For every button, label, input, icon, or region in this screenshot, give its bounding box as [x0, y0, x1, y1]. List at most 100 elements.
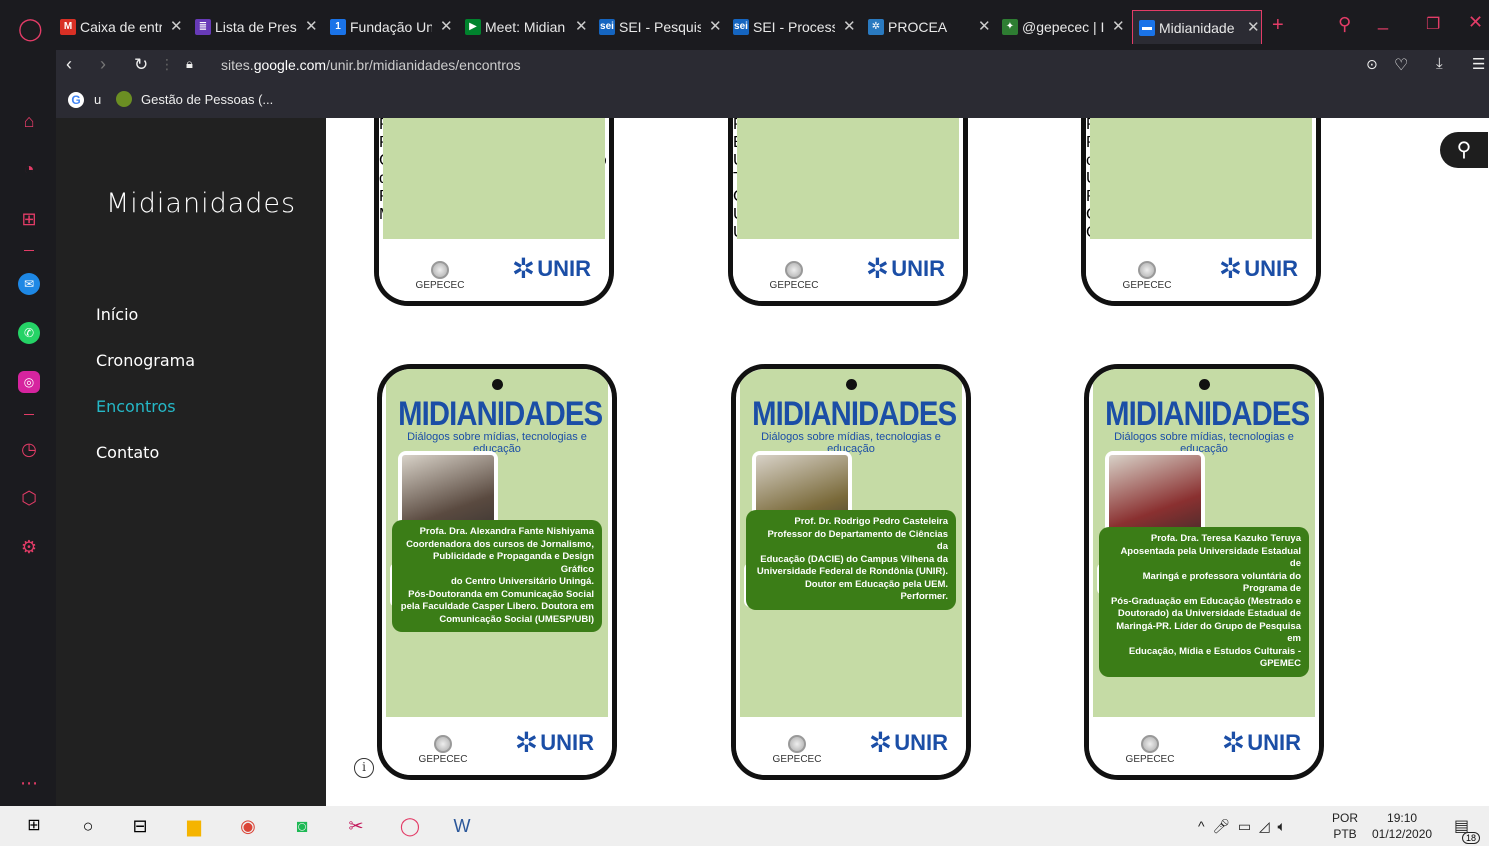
bookmark-u[interactable]: u	[94, 92, 101, 107]
speed-dial-icon[interactable]: ◔	[18, 158, 40, 180]
opera-logo-icon[interactable]: ◯	[18, 18, 43, 40]
whatsapp-icon[interactable]: ✆	[18, 322, 40, 344]
minimize-button[interactable]: _	[1378, 10, 1388, 31]
web-page: Midianidades Início Cronograma Encontros…	[56, 118, 1489, 806]
messenger-icon[interactable]: ✉	[18, 273, 40, 295]
url-field[interactable]: sites.google.com/unir.br/midianidades/en…	[221, 57, 521, 73]
separator-icon: ⋮	[160, 56, 174, 72]
tab-close-icon[interactable]: ✕	[575, 12, 589, 42]
tab-favicon-icon: ▬	[1139, 19, 1155, 36]
tab-close-icon[interactable]: ✕	[1112, 12, 1126, 42]
search-circle-icon[interactable]: ○	[76, 814, 100, 838]
event-card-partial[interactable]: Prof. Dr. Allysson Viana Martins Profess…	[1081, 118, 1321, 306]
info-icon[interactable]: i	[354, 758, 374, 778]
tab-6[interactable]: ✲ PROCEA ✕	[868, 12, 992, 42]
tab-favicon-icon: ▶	[465, 19, 481, 35]
tab-5[interactable]: sei SEI - Process ✕	[733, 12, 857, 42]
file-explorer-icon[interactable]: ▆	[182, 814, 206, 838]
tab-0[interactable]: M Caixa de entr ✕	[60, 12, 184, 42]
unir-star-icon: ✲	[1218, 253, 1243, 284]
event-card[interactable]: MIDIANIDADES Diálogos sobre mídias, tecno…	[377, 364, 617, 780]
unir-logo: ✲ UNIR	[511, 253, 591, 284]
unir-star-icon: ✲	[865, 253, 890, 284]
tab-2[interactable]: 1 Fundação Un ✕	[330, 12, 454, 42]
speaker-bio: Profa. Dra. Alexandra Fante Nishiyama Co…	[392, 520, 602, 632]
event-card-partial[interactable]: Prof. Dr. Juliano José de Araújo Profess…	[374, 118, 614, 306]
task-view-icon[interactable]: ⊟	[128, 814, 152, 838]
gepecec-logo: GEPECEC	[769, 261, 819, 291]
tab-close-icon[interactable]: ✕	[709, 12, 723, 42]
nav-encontros[interactable]: Encontros	[96, 397, 176, 416]
gepecec-logo: GEPECEC	[1122, 261, 1172, 291]
unir-logo: ✲ UNIR	[1218, 253, 1298, 284]
restore-button[interactable]: ❐	[1426, 14, 1440, 34]
tab-favicon-icon: sei	[599, 19, 615, 35]
event-card[interactable]: MIDIANIDADES Diálogos sobre mídias, tecno…	[1084, 364, 1324, 780]
close-window-button[interactable]: ✕	[1468, 12, 1483, 33]
search-icon[interactable]: ⚲	[1440, 132, 1488, 168]
gepecec-logo: GEPECEC	[1125, 735, 1175, 765]
bag-icon[interactable]: ⊞	[18, 208, 40, 230]
nav-cronograma[interactable]: Cronograma	[96, 351, 195, 370]
windows-start-icon[interactable]: ⊞	[22, 814, 46, 838]
back-button[interactable]: ‹	[66, 54, 72, 75]
tab-close-icon[interactable]: ✕	[440, 12, 454, 42]
site-sidebar: Midianidades Início Cronograma Encontros…	[56, 118, 326, 806]
tab-favicon-icon: ✲	[868, 19, 884, 35]
tab-bar: M Caixa de entr ✕ ≣ Lista de Pres ✕ 1 Fundação …	[56, 0, 1489, 50]
unir-logo: ✲ UNIR	[868, 727, 948, 758]
instagram-icon[interactable]: ◎	[18, 371, 40, 393]
tab-4[interactable]: sei SEI - Pesquis ✕	[599, 12, 723, 42]
event-card[interactable]: MIDIANIDADES Diálogos sobre mídias, tecno…	[731, 364, 971, 780]
tray-icons[interactable]: ^ 🎤︎ ▭ ◿ 🔈︎	[1198, 818, 1286, 835]
tab-close-icon[interactable]: ✕	[305, 12, 319, 42]
new-tab-button[interactable]: +	[1272, 14, 1284, 37]
tab-close-icon[interactable]: ✕	[843, 12, 857, 42]
tab-label: Midianidade	[1159, 19, 1235, 36]
clock[interactable]: 19:10 01/12/2020	[1372, 810, 1432, 842]
word-icon[interactable]: W	[450, 814, 474, 838]
nav-contato[interactable]: Contato	[96, 443, 159, 462]
history-icon[interactable]: ◷	[18, 438, 40, 460]
language-indicator[interactable]: POR PTB	[1332, 810, 1358, 842]
download-icon[interactable]: ⤓	[1436, 55, 1443, 72]
event-card-partial[interactable]: Prof. Dr. Eder Ahmad Charaf Eddine Profe…	[728, 118, 968, 306]
gepecec-logo: GEPECEC	[772, 735, 822, 765]
gestao-icon	[116, 91, 132, 107]
tab-close-icon[interactable]: ✕	[978, 12, 992, 42]
unir-star-icon: ✲	[511, 253, 536, 284]
tab-favicon-icon: M	[60, 19, 76, 35]
tab-close-icon[interactable]: ✕	[170, 12, 184, 42]
tab-close-icon[interactable]: ✕	[1247, 13, 1261, 43]
site-title[interactable]: Midianidades	[106, 188, 296, 219]
cube-icon[interactable]: ⬡	[18, 487, 40, 509]
more-icon[interactable]: ⋯	[18, 772, 40, 794]
reload-button[interactable]: ↻	[134, 55, 148, 75]
heart-icon[interactable]: ♡	[1394, 55, 1408, 75]
tab-1[interactable]: ≣ Lista de Pres ✕	[195, 12, 319, 42]
card-brand: MIDIANIDADES	[752, 395, 957, 433]
search-tabs-icon[interactable]: ⚲	[1338, 14, 1351, 35]
chrome-icon[interactable]: ◉	[236, 814, 260, 838]
tab-8[interactable]: ▬ Midianidade ✕	[1132, 10, 1262, 44]
nav-inicio[interactable]: Início	[96, 305, 138, 324]
bookmarks-bar: G u Gestão de Pessoas (...	[56, 82, 1489, 118]
opera-sidebar: ◯ ⌂ ◔ ⊞ ✉ ✆ ◎ ◷ ⬡ ⚙ ⋯	[0, 0, 56, 806]
address-bar: ‹ › ↻ ⋮ 🔒︎ sites.google.com/unir.br/midi…	[56, 50, 1489, 82]
settings-icon[interactable]: ⚙	[18, 536, 40, 558]
tab-7[interactable]: ✦ @gepecec | I ✕	[1002, 12, 1126, 42]
speaker-bio: Prof. Dr. Rodrigo Pedro Casteleira Profe…	[746, 510, 956, 610]
tab-favicon-icon: sei	[733, 19, 749, 35]
notification-count: 18	[1462, 832, 1480, 844]
snapshot-icon[interactable]: ⊙	[1366, 56, 1378, 73]
gamepad-icon[interactable]: ⌂	[18, 110, 40, 132]
opera-taskbar-icon[interactable]: ◯	[398, 814, 422, 838]
forward-button[interactable]: ›	[100, 54, 106, 75]
snipping-tool-icon[interactable]: ✂	[344, 814, 368, 838]
tab-3[interactable]: ▶ Meet: Midian ✕	[465, 12, 589, 42]
easy-setup-icon[interactable]: ☰	[1472, 55, 1485, 73]
camera-dot	[492, 379, 503, 390]
bookmark-gestao[interactable]: Gestão de Pessoas (...	[141, 92, 273, 107]
tab-label: @gepecec | I	[1022, 19, 1104, 35]
spotify-icon[interactable]: ◙	[290, 814, 314, 838]
